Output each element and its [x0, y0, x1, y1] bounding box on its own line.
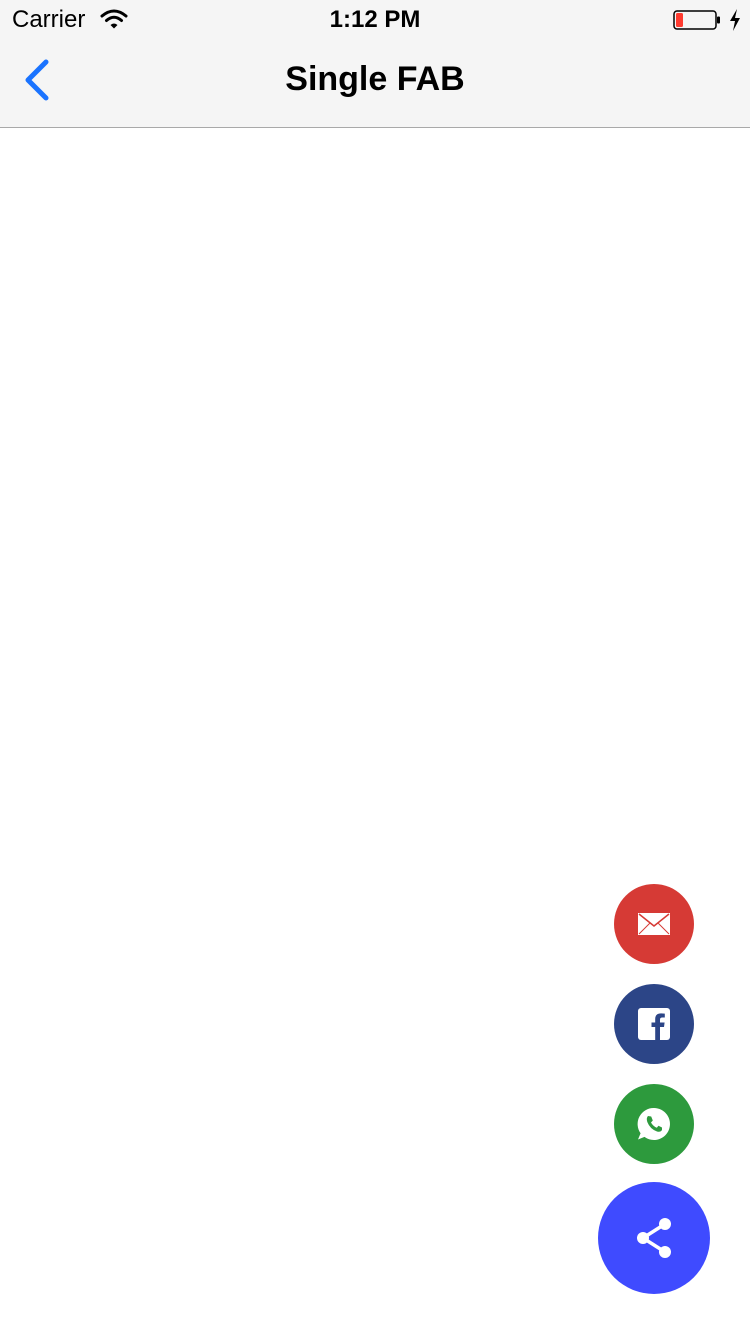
page-title: Single FAB: [285, 60, 465, 98]
charging-bolt-icon: [730, 9, 740, 31]
share-icon: [637, 1218, 671, 1258]
whatsapp-fab-button[interactable]: [614, 1084, 694, 1164]
mail-icon: [638, 913, 670, 935]
email-fab-button[interactable]: [614, 884, 694, 964]
battery-low-icon: [673, 10, 720, 30]
facebook-icon: [638, 1008, 670, 1040]
share-fab-button[interactable]: [598, 1182, 710, 1294]
facebook-fab-button[interactable]: [614, 984, 694, 1064]
whatsapp-icon: [637, 1107, 670, 1140]
clock: 1:12 PM: [329, 6, 421, 33]
navigation-bar: Single FAB: [0, 40, 750, 128]
status-bar: Carrier 1:12 PM: [0, 0, 750, 40]
